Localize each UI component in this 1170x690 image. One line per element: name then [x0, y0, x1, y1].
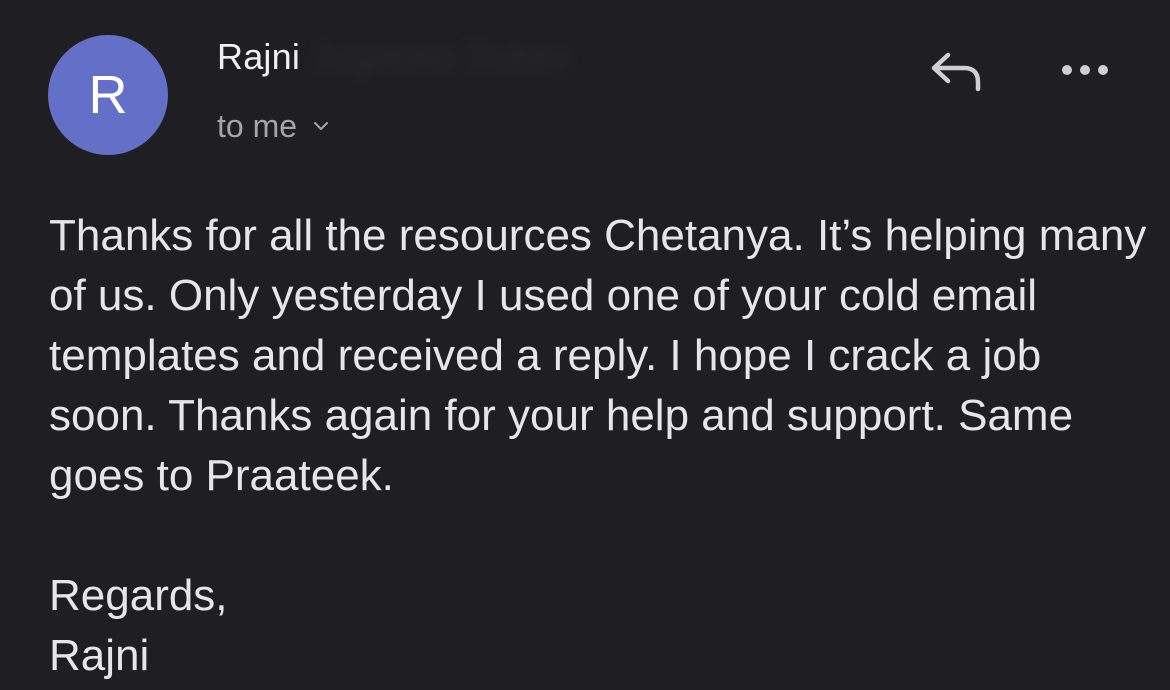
sender-surname-redacted: Jugaldas Dubey — [312, 36, 571, 77]
more-horizontal-icon — [1060, 63, 1110, 82]
message-signoff: Regards, Rajni — [49, 566, 228, 686]
message-body: Thanks for all the resources Chetanya. I… — [49, 206, 1149, 506]
signature-line: Rajni — [49, 631, 150, 680]
sender-avatar[interactable]: R — [48, 35, 168, 155]
reply-icon — [926, 49, 984, 98]
recipient-label: to me — [217, 107, 298, 144]
sender-name[interactable]: Rajni — [217, 36, 300, 78]
message-paragraph: Thanks for all the resources Chetanya. I… — [49, 211, 1147, 500]
recipient-details-toggle[interactable]: to me — [217, 104, 329, 148]
chevron-down-icon — [313, 118, 329, 134]
more-options-button[interactable] — [1055, 52, 1115, 92]
closing-line: Regards, — [49, 571, 228, 620]
sender-header: Rajni Jugaldas Dubey — [217, 34, 570, 80]
avatar-initial: R — [88, 65, 128, 125]
reply-button[interactable] — [920, 46, 990, 100]
